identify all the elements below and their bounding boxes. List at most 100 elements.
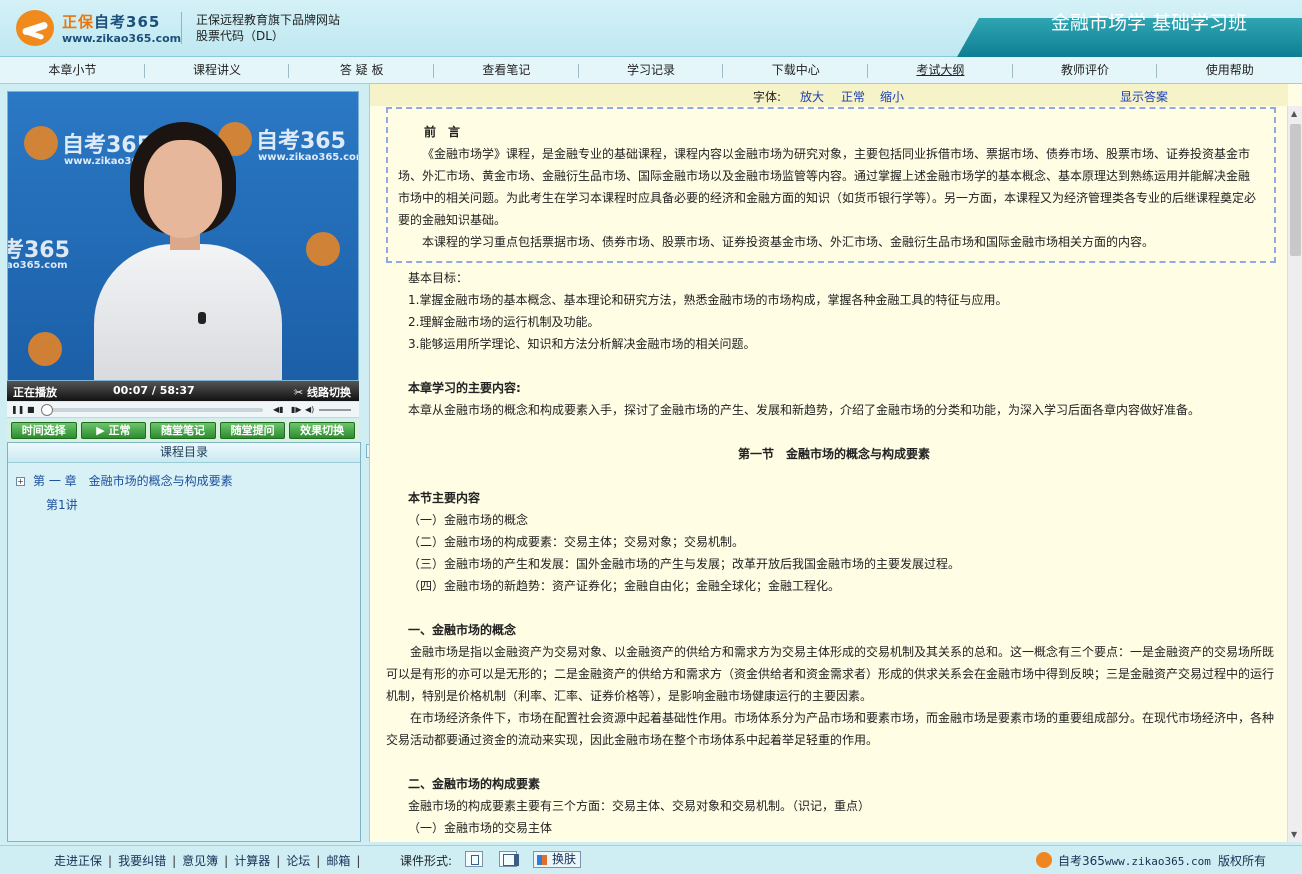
catalog-title: 课程目录 <box>8 443 360 463</box>
course-title: 金融市场学 基础学习班 <box>1050 12 1247 34</box>
switch-line-button[interactable]: ✂ 线路切换 <box>294 384 351 400</box>
logo-url: www.zikao365.com <box>62 32 182 45</box>
switch-line-label: 线路切换 <box>307 386 351 399</box>
nav-chapter-summary[interactable]: 本章小节 <box>0 57 145 83</box>
footer-logo-icon <box>1036 852 1052 868</box>
skin-label: 换肤 <box>552 852 577 866</box>
class-notes-button[interactable]: 随堂笔记 <box>150 422 216 439</box>
watermark-logo-icon <box>306 232 340 266</box>
expand-icon[interactable]: + <box>16 477 25 486</box>
player-button-row: 时间选择 ▶ 正常 随堂笔记 随堂提问 效果切换 <box>7 420 359 442</box>
nav-qa-board[interactable]: 答 疑 板 <box>289 57 434 83</box>
scroll-down-icon[interactable]: ▼ <box>1291 830 1297 839</box>
watermark-logo-icon <box>24 126 58 160</box>
class-question-button[interactable]: 随堂提问 <box>219 422 286 439</box>
watermark-logo-icon <box>28 332 62 366</box>
play-status: 正在播放 <box>13 386 57 399</box>
site-logo[interactable]: 正保自考365 www.zikao365.com <box>16 8 186 48</box>
footer-copyright: 版权所有 <box>1218 854 1267 868</box>
footer-site-url: www.zikao365.com <box>1104 855 1211 868</box>
footer-site[interactable]: 自考365www.zikao365.com <box>1036 852 1211 869</box>
goal-item-3: 3.能够运用所学理论、知识和方法分析解决金融市场的相关问题。 <box>408 337 756 351</box>
nav-teacher-review[interactable]: 教师评价 <box>1013 57 1158 83</box>
concept-title: 一、金融市场的概念 <box>408 623 517 637</box>
left-panel: 自考365 www.zikao365.com 自考365 www.zikao365.… <box>7 91 361 842</box>
main-content-title: 本章学习的主要内容: <box>408 381 521 395</box>
nav-view-notes[interactable]: 查看笔记 <box>434 57 579 83</box>
element-partial-line: （一）金融市场的交易主体 <box>408 821 553 835</box>
preface-box: 前 言 《金融市场学》课程，是金融专业的基础课程，课程内容以金融市场为研究对象，… <box>386 107 1276 263</box>
nav-help[interactable]: 使用帮助 <box>1157 57 1302 83</box>
footer-link-about[interactable]: 走进正保 <box>54 854 102 868</box>
footer-link-calculator[interactable]: 计算器 <box>234 854 270 868</box>
volume-icon[interactable]: ◀) <box>305 405 314 414</box>
effect-switch-button[interactable]: 效果切换 <box>289 422 355 439</box>
catalog-chapter-1[interactable]: + 第 一 章 金融市场的概念与构成要素 <box>16 472 233 489</box>
seek-handle[interactable] <box>41 404 53 416</box>
nav-exam-syllabus[interactable]: 考试大纲 <box>868 57 1013 83</box>
layout-mode-icon[interactable] <box>499 851 519 867</box>
concept-paragraph-2: 在市场经济条件下，市场在配置社会资源中起着基础性作用。市场体系分为产品市场和要素… <box>386 711 1275 747</box>
watermark-mid-left: 考365 ao365.com <box>8 232 70 271</box>
chapter-label: 第 一 章 金融市场的概念与构成要素 <box>33 474 233 488</box>
pause-icon[interactable]: ❚❚ <box>11 405 24 414</box>
footer-separator: | <box>316 854 321 868</box>
logo-name-brand: 正保 <box>62 13 95 31</box>
video-player[interactable]: 自考365 www.zikao365.com 自考365 www.zikao365.… <box>7 91 359 381</box>
lecturer-face <box>144 140 222 238</box>
nav-lecture-notes[interactable]: 课程讲义 <box>145 57 290 83</box>
seek-bar: ❚❚ ■ ◀▮ ▮▶ ◀) <box>7 402 359 418</box>
section-item-2: （二）金融市场的构成要素：交易主体；交易对象；交易机制。 <box>408 535 745 549</box>
logo-name-site: 自考365 <box>94 13 161 31</box>
scroll-up-icon[interactable]: ▲ <box>1291 109 1297 118</box>
concept-paragraph-1: 金融市场是指以金融资产为交易对象、以金融资产的供给方和需求方为交易主体形成的交易… <box>386 645 1275 703</box>
footer-link-forum[interactable]: 论坛 <box>286 854 310 868</box>
time-select-button[interactable]: 时间选择 <box>11 422 77 439</box>
seek-track[interactable] <box>45 408 263 412</box>
nav-download-center[interactable]: 下载中心 <box>723 57 868 83</box>
footer-link-mail[interactable]: 邮箱 <box>326 854 350 868</box>
content-scrollbar[interactable]: ▲ ▼ <box>1287 106 1302 842</box>
slogan-line-1: 正保远程教育旗下品牌网站 <box>196 13 341 27</box>
footer-link-report-error[interactable]: 我要纠错 <box>118 854 166 868</box>
goal-item-2: 2.理解金融市场的运行机制及功能。 <box>408 315 600 329</box>
element-title: 二、金融市场的构成要素 <box>408 777 541 791</box>
footer-separator: | <box>356 854 361 868</box>
logo-icon <box>16 10 54 46</box>
show-answer-link[interactable]: 显示答案 <box>1120 88 1168 105</box>
section-item-1: （一）金融市场的概念 <box>408 513 529 527</box>
watermark-bottom-left <box>28 332 66 366</box>
catalog-lecture-1[interactable]: 第1讲 <box>46 496 78 513</box>
lecture-content-panel: 字体: 放大 正常 缩小 显示答案 前 言 《金融市场学》课程，是金融专业的基础… <box>369 84 1302 842</box>
rewind-icon[interactable]: ◀▮ <box>273 405 284 414</box>
scroll-thumb[interactable] <box>1290 124 1301 256</box>
footer-link-feedback[interactable]: 意见簿 <box>182 854 218 868</box>
volume-slider[interactable] <box>319 409 351 411</box>
audio-mode-icon[interactable] <box>465 851 483 867</box>
nav-study-record[interactable]: 学习记录 <box>579 57 724 83</box>
font-enlarge-link[interactable]: 放大 <box>800 88 824 105</box>
goal-title: 基本目标： <box>408 271 469 285</box>
stop-icon[interactable]: ■ <box>27 405 35 414</box>
slogan-line-2: 股票代码（DL） <box>196 29 284 43</box>
course-catalog: 课程目录 + 第 一 章 金融市场的概念与构成要素 第1讲 <box>7 442 361 842</box>
watermark-mid-right <box>306 232 344 266</box>
main-content-text: 本章从金融市场的概念和构成要素入手，探讨了金融市场的产生、发展和新趋势，介绍了金… <box>408 403 1201 417</box>
lecturer-video-frame <box>88 122 288 380</box>
forward-icon[interactable]: ▮▶ <box>291 405 302 414</box>
change-skin-button[interactable]: 换肤 <box>533 851 582 868</box>
font-normal-link[interactable]: 正常 <box>841 88 865 105</box>
speed-normal-button[interactable]: ▶ 正常 <box>80 422 147 439</box>
preface-title: 前 言 <box>424 125 461 139</box>
skin-grid-icon <box>537 855 547 865</box>
logo-name: 正保自考365 <box>62 11 160 32</box>
font-size-label: 字体: <box>753 90 782 104</box>
font-shrink-link[interactable]: 缩小 <box>880 88 904 105</box>
header: 正保自考365 www.zikao365.com 正保远程教育旗下品牌网站 股票… <box>0 0 1302 57</box>
section-item-4: （四）金融市场的新趋势：资产证券化；金融自由化；金融全球化；金融工程化。 <box>408 579 841 593</box>
